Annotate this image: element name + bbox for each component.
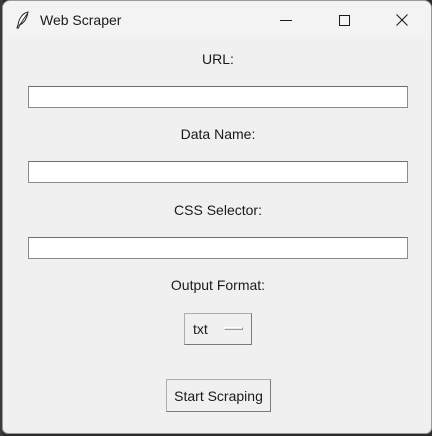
data-name-input[interactable] bbox=[28, 161, 408, 183]
css-selector-input[interactable] bbox=[28, 237, 408, 259]
url-input[interactable] bbox=[28, 86, 408, 108]
close-button[interactable] bbox=[379, 1, 425, 39]
maximize-button[interactable] bbox=[321, 1, 367, 39]
app-window: Web Scraper URL: Data Name: CSS Selector… bbox=[2, 0, 432, 434]
window-title: Web Scraper bbox=[40, 12, 122, 28]
minimize-button[interactable] bbox=[263, 1, 309, 39]
minimize-icon bbox=[280, 20, 292, 21]
title-bar[interactable]: Web Scraper bbox=[3, 1, 431, 39]
feather-icon bbox=[16, 11, 29, 29]
output-format-label: Output Format: bbox=[170, 277, 266, 293]
data-name-label: Data Name: bbox=[180, 126, 256, 142]
start-scraping-button[interactable]: Start Scraping bbox=[166, 379, 271, 412]
url-label: URL: bbox=[202, 51, 234, 67]
maximize-icon bbox=[339, 15, 350, 26]
close-icon bbox=[396, 14, 408, 26]
output-format-dropdown[interactable]: txt bbox=[184, 313, 252, 345]
output-format-selected: txt bbox=[193, 321, 208, 337]
dropdown-indicator-icon bbox=[224, 327, 243, 330]
css-selector-label: CSS Selector: bbox=[174, 202, 262, 218]
